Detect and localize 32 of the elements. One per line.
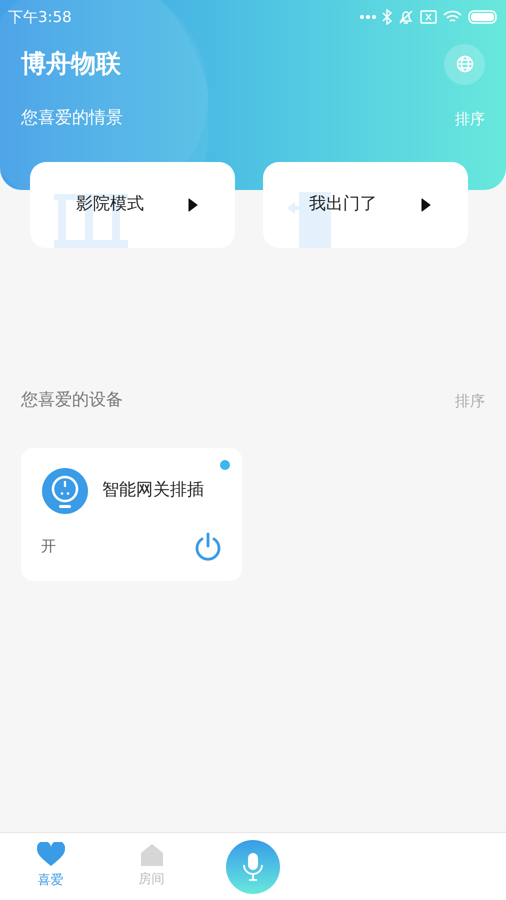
bluetooth-icon — [382, 9, 392, 25]
globe-button[interactable] — [444, 44, 485, 84]
house-icon — [140, 844, 162, 866]
globe-icon — [456, 55, 474, 73]
scene-card[interactable]: 我出门了 — [263, 162, 468, 248]
section-title: 您喜爱的设备 — [21, 389, 123, 412]
nav-tab[interactable]: 喜爱 — [0, 836, 101, 896]
film-strip-icon — [54, 194, 128, 248]
nav-tab[interactable]: 房间 — [101, 836, 202, 896]
heart-icon — [36, 842, 64, 868]
microphone-icon — [243, 852, 263, 882]
smart-plug-icon — [42, 468, 88, 514]
app-title: 博舟物联 — [21, 48, 121, 80]
wifi-icon — [443, 10, 462, 24]
power-icon[interactable] — [194, 532, 222, 562]
device-name: 智能网关排插 — [102, 478, 204, 502]
section-title: 您喜爱的情景 — [21, 107, 123, 130]
bell-muted-icon — [398, 9, 414, 25]
status-time: 下午3:58 — [8, 6, 72, 28]
play-icon[interactable] — [188, 198, 198, 212]
battery-icon — [468, 10, 498, 24]
scene-card[interactable]: 影院模式 — [30, 162, 235, 248]
scene-label: 影院模式 — [76, 193, 145, 216]
device-card[interactable]: 智能网关排插 开 — [21, 448, 242, 580]
device-status: 开 — [41, 536, 56, 558]
scene-label: 我出门了 — [309, 193, 378, 216]
more-icon — [360, 15, 376, 19]
sort-button[interactable]: 排序 — [455, 108, 485, 130]
sim-icon — [420, 10, 437, 24]
play-icon[interactable] — [421, 198, 431, 212]
voice-button[interactable] — [226, 840, 280, 894]
sort-button[interactable]: 排序 — [455, 390, 485, 412]
